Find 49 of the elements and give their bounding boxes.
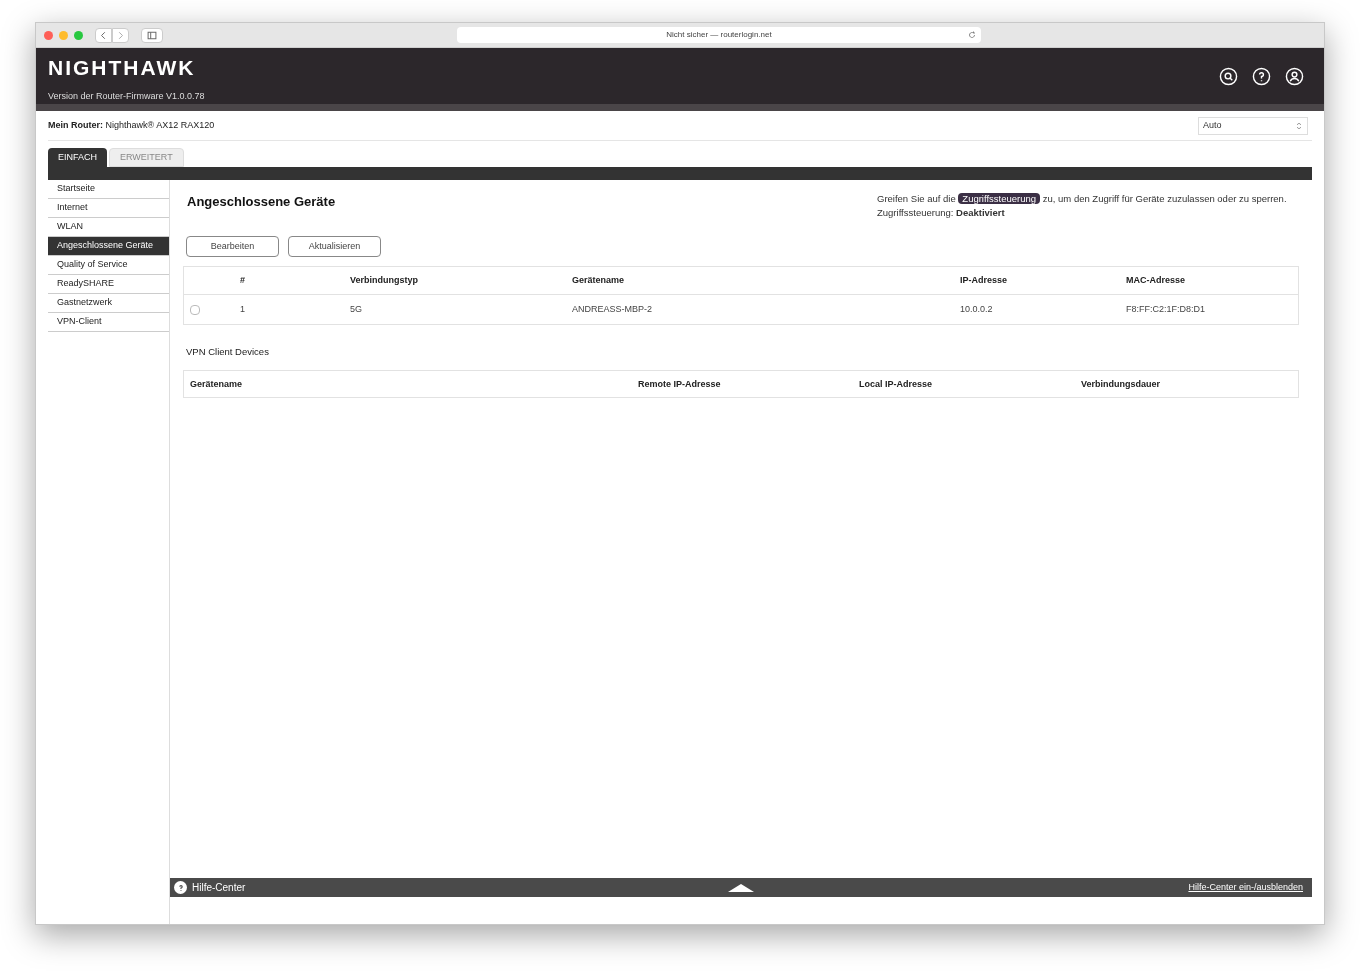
section-title: VPN Client Devices [186,345,270,359]
column-header: Verbindungstyp [350,273,419,287]
maximize-window-icon[interactable] [74,30,83,40]
language-select[interactable]: Auto [1198,116,1308,135]
sidebar-icon[interactable] [141,27,163,43]
table-cell-text: ANDREASS-MBP-2 [572,302,653,316]
address-bar[interactable]: Nicht sicher — routerlogin.net [457,27,981,43]
help-icon [174,881,187,894]
help-icon[interactable] [1252,66,1271,86]
logo: NIGHTHAWK [48,56,197,78]
access-control-status: Zugriffssteuerung: Deaktiviert [877,206,1006,220]
help-center-label: Hilfe-Center [192,881,246,895]
action-button[interactable]: Bearbeiten [186,236,279,257]
sidebar-item[interactable]: Quality of Service [48,256,169,275]
sidebar-item[interactable]: Internet [48,199,169,218]
column-header: Local IP-Adresse [859,377,934,391]
user-icon[interactable] [1285,66,1304,86]
row-checkbox[interactable] [190,304,200,315]
table-cell-text: 10.0.0.2 [960,302,994,316]
column-header: # [240,273,246,287]
access-control-note: Greifen Sie auf die Zugriffssteuerung zu, um den Zugriff für Geräte zuzulassen oder zu sperren. [877,192,1288,206]
column-header: Gerätename [190,377,244,391]
sidebar-item[interactable]: Gastnetzwerk [48,294,169,313]
column-header: Remote IP-Adresse [638,377,722,391]
sidebar-item[interactable]: ReadySHARE [48,275,169,294]
column-header: MAC-Adresse [1126,273,1186,287]
chevron-updown-icon[interactable] [1295,120,1303,131]
sidebar-item[interactable]: VPN-Client [48,313,169,332]
sidebar-item[interactable]: Startseite [48,180,169,199]
search-icon[interactable] [1219,66,1238,86]
column-header: Verbindungsdauer [1081,377,1161,391]
close-window-icon[interactable] [44,30,53,40]
tab[interactable]: EINFACH [48,148,107,167]
column-header: IP-Adresse [960,273,1009,287]
sidebar-item[interactable]: Angeschlossene Geräte [48,237,169,256]
table-cell-text: 1 [240,302,246,316]
router-name: Mein Router: Nighthawk® AX12 RAX120 [48,118,215,132]
expand-arrow-icon[interactable] [728,883,754,892]
reload-icon[interactable] [967,30,977,40]
table-cell-text: F8:FF:C2:1F:D8:D1 [1126,302,1207,316]
help-center-toggle-link[interactable]: Hilfe-Center ein-/ausblenden [1108,880,1308,895]
access-control-link[interactable]: Zugriffssteuerung [958,193,1041,204]
action-button[interactable]: Aktualisieren [288,236,381,257]
back-icon[interactable] [95,27,112,43]
page-title: Angeschlossene Geräte [187,193,336,211]
column-header: Gerätename [572,273,626,287]
firmware-version: Version der Router-Firmware V1.0.0.78 [48,89,205,103]
table-cell-text: 5G [350,302,363,316]
forward-icon[interactable] [112,27,129,43]
